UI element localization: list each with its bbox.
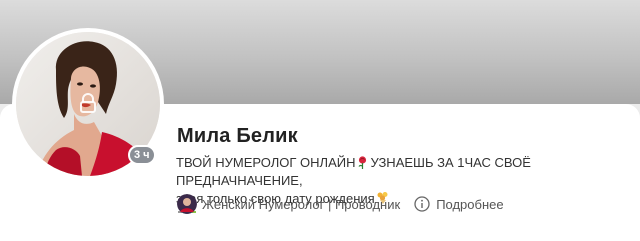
more-details-link[interactable]: Подробнее [436, 197, 503, 212]
profile-name[interactable]: Мила Белик [177, 125, 298, 148]
story-time-badge: 3 ч [128, 145, 156, 165]
bio-text-part1: ТВОЙ НУМЕРОЛОГ ОНЛАЙН [176, 155, 356, 170]
category-avatar [177, 194, 197, 214]
lock-icon [80, 93, 96, 113]
profile-page: 3 ч Мила Белик ТВОЙ НУМЕРОЛОГ ОНЛАЙН УЗН… [0, 0, 640, 241]
rose-emoji-icon [358, 156, 367, 169]
profile-category[interactable]: Женский Нумеролог | Проводник [202, 197, 400, 212]
profile-meta-row: Женский Нумеролог | Проводник Подробнее [177, 193, 504, 215]
info-icon[interactable] [414, 196, 430, 212]
